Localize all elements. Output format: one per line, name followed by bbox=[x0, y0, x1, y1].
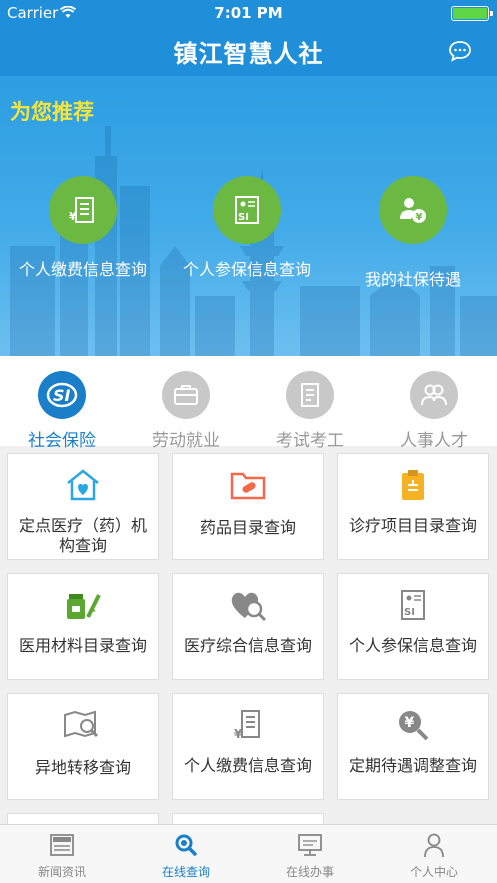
service-card-treatment-items[interactable]: 诊疗项目目录查询 bbox=[337, 453, 489, 560]
service-card-payment-info[interactable]: ¥ 个人缴费信息查询 bbox=[172, 693, 324, 800]
service-card-partial bbox=[172, 813, 324, 824]
si-logo-icon: SI bbox=[38, 371, 86, 419]
svg-text:¥: ¥ bbox=[69, 210, 77, 223]
tab-label: 在线办事 bbox=[285, 865, 334, 879]
service-card-medical-institution[interactable]: 定点医疗（药）机构查询 bbox=[7, 453, 159, 560]
tab-label: 在线查询 bbox=[161, 865, 210, 879]
tab-label: 新闻资讯 bbox=[37, 865, 86, 879]
svg-text:SI: SI bbox=[53, 386, 71, 405]
medicine-folder-icon bbox=[173, 468, 323, 502]
briefcase-icon bbox=[162, 371, 210, 419]
yuan-search-icon: ¥ bbox=[338, 708, 488, 742]
service-card-insurance-info[interactable]: SI 个人参保信息查询 bbox=[337, 573, 489, 680]
people-icon bbox=[410, 371, 458, 419]
category-tabs: SI 社会保险 劳动就业 考试考工 人事人才 bbox=[0, 356, 497, 451]
service-grid: 定点医疗（药）机构查询 药品目录查询 诊疗项目目录查询 医用材料目录查询 医疗综… bbox=[0, 446, 497, 824]
recommend-banner: 为您推荐 ¥ 个人缴费信息查询 SI 个人参保信息查询 ¥ 我的社保待遇 bbox=[0, 76, 497, 356]
si-card-icon: SI bbox=[338, 588, 488, 622]
recommend-item-label: 个人参保信息查询 bbox=[182, 260, 311, 279]
tab-exams[interactable]: 考试考工 bbox=[248, 371, 372, 451]
recommend-item-my-benefits[interactable]: ¥ 我的社保待遇 bbox=[333, 176, 493, 290]
page-title: 镇江智慧人社 bbox=[173, 40, 324, 68]
svg-text:¥: ¥ bbox=[405, 715, 415, 731]
svg-text:SI: SI bbox=[404, 607, 415, 618]
service-label: 定期待遇调整查询 bbox=[348, 756, 477, 775]
si-card-icon: SI bbox=[213, 176, 281, 244]
service-label: 诊疗项目目录查询 bbox=[348, 516, 477, 535]
recommend-item-payment-query[interactable]: ¥ 个人缴费信息查询 bbox=[3, 176, 163, 280]
medical-supplies-icon bbox=[8, 588, 158, 622]
monitor-icon bbox=[248, 831, 372, 859]
service-card-medical-materials[interactable]: 医用材料目录查询 bbox=[7, 573, 159, 680]
service-label: 个人参保信息查询 bbox=[348, 636, 477, 655]
tab-online-query[interactable]: 在线查询 bbox=[124, 831, 248, 880]
payment-record-icon: ¥ bbox=[173, 708, 323, 742]
svg-text:¥: ¥ bbox=[234, 727, 243, 741]
recommend-item-insurance-query[interactable]: SI 个人参保信息查询 bbox=[167, 176, 327, 280]
service-card-transfer-query[interactable]: 异地转移查询 bbox=[7, 693, 159, 800]
service-label: 个人缴费信息查询 bbox=[183, 756, 312, 775]
battery-icon bbox=[451, 6, 493, 21]
search-icon bbox=[124, 831, 248, 859]
exam-icon bbox=[286, 371, 334, 419]
svg-text:SI: SI bbox=[238, 212, 249, 223]
payment-record-icon: ¥ bbox=[49, 176, 117, 244]
map-search-icon bbox=[8, 708, 158, 742]
tab-personal-center[interactable]: 个人中心 bbox=[372, 831, 496, 880]
tab-news[interactable]: 新闻资讯 bbox=[0, 831, 124, 880]
service-card-medical-info[interactable]: 医疗综合信息查询 bbox=[172, 573, 324, 680]
service-label: 定点医疗（药）机构查询 bbox=[18, 516, 147, 555]
svg-text:¥: ¥ bbox=[416, 212, 423, 223]
service-card-drug-catalog[interactable]: 药品目录查询 bbox=[172, 453, 324, 560]
service-label: 异地转移查询 bbox=[34, 758, 131, 777]
recommend-item-label: 我的社保待遇 bbox=[364, 270, 461, 289]
news-icon bbox=[0, 831, 124, 859]
tab-employment[interactable]: 劳动就业 bbox=[124, 371, 248, 451]
tab-personnel[interactable]: 人事人才 bbox=[372, 371, 496, 451]
status-bar: Carrier 7:01 PM bbox=[0, 0, 497, 26]
service-card-benefit-adjustment[interactable]: ¥ 定期待遇调整查询 bbox=[337, 693, 489, 800]
medical-house-icon bbox=[8, 468, 158, 502]
user-yuan-icon: ¥ bbox=[379, 176, 447, 244]
heart-search-icon bbox=[173, 588, 323, 622]
recommend-title: 为您推荐 bbox=[10, 100, 94, 124]
service-label: 医疗综合信息查询 bbox=[183, 636, 312, 655]
tab-online-service[interactable]: 在线办事 bbox=[248, 831, 372, 880]
status-time: 7:01 PM bbox=[214, 4, 283, 22]
clipboard-icon bbox=[338, 468, 488, 502]
tab-social-insurance[interactable]: SI 社会保险 bbox=[0, 371, 124, 451]
person-icon bbox=[372, 831, 496, 859]
recommend-item-label: 个人缴费信息查询 bbox=[18, 260, 147, 279]
tab-label: 个人中心 bbox=[409, 865, 458, 879]
bottom-tab-bar: 新闻资讯 在线查询 在线办事 个人中心 bbox=[0, 824, 497, 883]
service-card-partial bbox=[7, 813, 159, 824]
service-label: 药品目录查询 bbox=[199, 518, 296, 537]
nav-bar: 镇江智慧人社 bbox=[0, 26, 497, 76]
chat-bubble-icon[interactable] bbox=[448, 39, 472, 67]
service-label: 医用材料目录查询 bbox=[18, 636, 147, 655]
